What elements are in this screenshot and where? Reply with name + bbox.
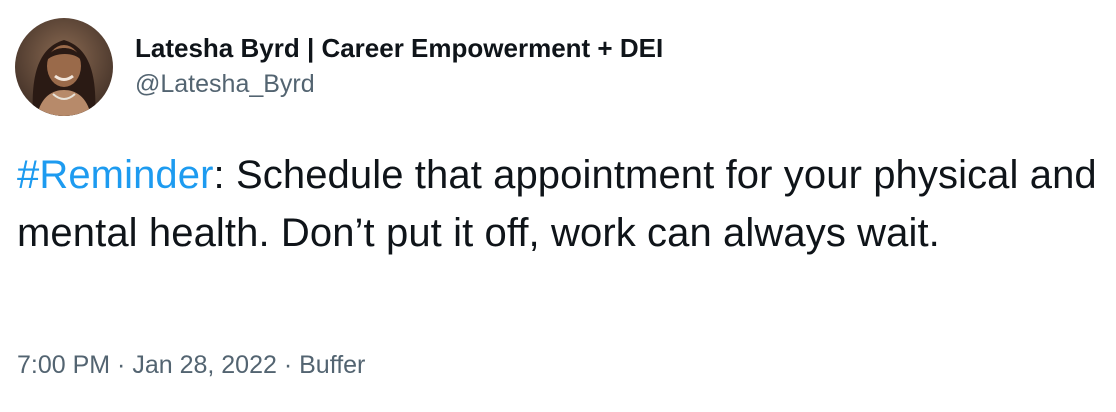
tweet-date[interactable]: Jan 28, 2022 <box>132 351 277 379</box>
user-handle[interactable]: @Latesha_Byrd <box>135 68 663 100</box>
separator: · <box>110 351 133 379</box>
tweet-source[interactable]: Buffer <box>299 351 365 379</box>
tweet-header: Latesha Byrd | Career Empowerment + DEI … <box>15 18 663 116</box>
author-info: Latesha Byrd | Career Empowerment + DEI … <box>135 18 663 100</box>
tweet-time[interactable]: 7:00 PM <box>17 351 110 379</box>
display-name[interactable]: Latesha Byrd | Career Empowerment + DEI <box>135 32 663 64</box>
hashtag-link[interactable]: #Reminder <box>17 153 214 197</box>
avatar[interactable] <box>15 18 113 116</box>
separator: · <box>276 351 300 379</box>
tweet-text: #Reminder: Schedule that appointment for… <box>17 146 1112 262</box>
tweet-metadata: 7:00 PM · Jan 28, 2022 · Buffer <box>17 348 365 382</box>
tweet-card: Latesha Byrd | Career Empowerment + DEI … <box>0 0 1116 412</box>
